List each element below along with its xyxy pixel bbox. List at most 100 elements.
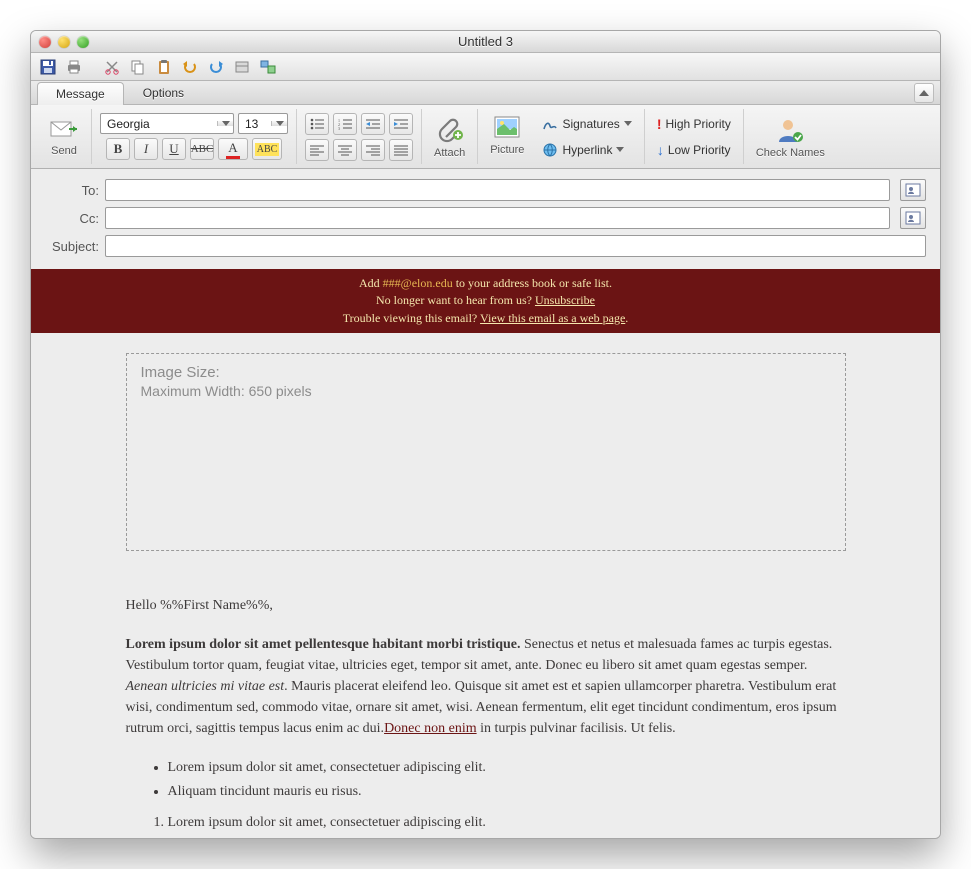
align-center-button[interactable]: [333, 139, 357, 161]
high-priority-button[interactable]: ! High Priority: [653, 114, 735, 134]
numbered-list: Lorem ipsum dolor sit amet, consectetuer…: [126, 812, 846, 833]
strikethrough-button[interactable]: ABC: [190, 138, 214, 160]
cut-button[interactable]: [101, 56, 123, 78]
to-input[interactable]: [105, 179, 890, 201]
underline-button[interactable]: U: [162, 138, 186, 160]
compose-window: Untitled 3 Message: [30, 30, 941, 839]
alignleft-icon: [310, 144, 324, 156]
banner-line1-post: to your address book or safe list.: [453, 276, 612, 290]
image-placeholder[interactable]: Image Size: Maximum Width: 650 pixels: [126, 353, 846, 551]
align-right-button[interactable]: [361, 139, 385, 161]
message-body[interactable]: Add ###@elon.edu to your address book or…: [31, 269, 940, 838]
redo-button[interactable]: [205, 56, 227, 78]
chevron-up-icon: [919, 90, 929, 96]
chevron-down-icon: [222, 121, 230, 126]
to-address-book-button[interactable]: [900, 179, 926, 201]
ribbon-collapse-button[interactable]: [914, 83, 934, 103]
traffic-lights: [39, 36, 89, 48]
numbering-icon: 123: [338, 118, 352, 130]
email-content: Image Size: Maximum Width: 650 pixels He…: [126, 353, 846, 833]
italic-button[interactable]: I: [134, 138, 158, 160]
close-button[interactable]: [39, 36, 51, 48]
bold-button[interactable]: B: [106, 138, 130, 160]
tab-message[interactable]: Message: [37, 82, 124, 105]
decrease-indent-button[interactable]: [361, 113, 385, 135]
header-fields: To: Cc: Subject:: [31, 169, 940, 269]
minimize-button[interactable]: [58, 36, 70, 48]
copy-button[interactable]: [127, 56, 149, 78]
priority-group: ! High Priority ↓ Low Priority: [645, 109, 744, 164]
media-browser-button[interactable]: [257, 56, 279, 78]
list-item: Lorem ipsum dolor sit amet, consectetuer…: [168, 812, 846, 833]
check-names-label: Check Names: [756, 147, 825, 159]
toolbox-button[interactable]: [231, 56, 253, 78]
image-placeholder-heading: Image Size:: [141, 364, 831, 381]
chevron-down-icon: [276, 121, 284, 126]
tab-options[interactable]: Options: [124, 81, 203, 104]
increase-indent-button[interactable]: [389, 113, 413, 135]
person-check-icon: [775, 115, 805, 145]
undo-button[interactable]: [179, 56, 201, 78]
high-priority-icon: !: [657, 116, 662, 132]
font-name-value: Georgia: [101, 117, 217, 131]
align-left-button[interactable]: [305, 139, 329, 161]
print-button[interactable]: [63, 56, 85, 78]
p-link[interactable]: Donec non enim: [384, 721, 477, 736]
font-name-combo[interactable]: Georgia: [100, 113, 234, 134]
subject-input[interactable]: [105, 235, 926, 257]
indent-icon: [394, 118, 408, 130]
send-group: Send: [37, 109, 92, 164]
bullet-list: Lorem ipsum dolor sit amet, consectetuer…: [126, 757, 846, 802]
printer-icon: [65, 58, 83, 76]
low-priority-button[interactable]: ↓ Low Priority: [653, 140, 735, 160]
unsubscribe-link[interactable]: Unsubscribe: [535, 293, 595, 307]
banner-line3-post: .: [625, 311, 628, 325]
list-item: Aliquam tincidunt mauris eu risus.: [168, 781, 846, 802]
send-label: Send: [51, 145, 77, 157]
window-title: Untitled 3: [31, 34, 940, 49]
paste-button[interactable]: [153, 56, 175, 78]
p-seg3: in turpis pulvinar facilisis. Ut felis.: [477, 721, 676, 736]
bullets-button[interactable]: [305, 113, 329, 135]
signatures-label: Signatures: [562, 117, 619, 131]
low-priority-icon: ↓: [657, 142, 664, 158]
quick-access-toolbar: [31, 53, 940, 81]
address-book-icon: [905, 183, 921, 197]
attach-button[interactable]: Attach: [430, 115, 469, 159]
hyperlink-button[interactable]: Hyperlink: [538, 140, 635, 160]
align-justify-button[interactable]: [389, 139, 413, 161]
floppy-icon: [39, 58, 57, 76]
p-em: Aenean ultricies mi vitae est: [126, 679, 285, 694]
cc-input[interactable]: [105, 207, 890, 229]
font-color-button[interactable]: A: [218, 138, 248, 160]
copy-icon: [129, 58, 147, 76]
font-size-combo[interactable]: 13: [238, 113, 288, 134]
globe-icon: [542, 142, 558, 158]
send-button[interactable]: Send: [45, 117, 83, 157]
alignright-icon: [366, 144, 380, 156]
low-priority-label: Low Priority: [668, 143, 731, 157]
cc-label: Cc:: [45, 211, 99, 226]
ribbon: Send Georgia 13 B I U ABC A ABC: [31, 105, 940, 169]
scissors-icon: [103, 58, 121, 76]
banner-line3-pre: Trouble viewing this email?: [343, 311, 480, 325]
zoom-button[interactable]: [77, 36, 89, 48]
highlight-button[interactable]: ABC: [252, 138, 282, 160]
font-group: Georgia 13 B I U ABC A ABC: [92, 109, 297, 164]
check-names-button[interactable]: Check Names: [752, 115, 829, 159]
signatures-button[interactable]: Signatures: [538, 114, 635, 134]
cc-address-book-button[interactable]: [900, 207, 926, 229]
picture-button[interactable]: Picture: [486, 114, 528, 156]
email-text[interactable]: Hello %%First Name%%, Lorem ipsum dolor …: [126, 595, 846, 833]
media-icon: [259, 58, 277, 76]
address-book-icon: [905, 211, 921, 225]
numbering-button[interactable]: 123: [333, 113, 357, 135]
image-placeholder-sub: Maximum Width: 650 pixels: [141, 383, 831, 399]
clipboard-icon: [155, 58, 173, 76]
web-view-link[interactable]: View this email as a web page: [480, 311, 625, 325]
greeting: Hello %%First Name%%,: [126, 595, 846, 616]
banner-line2-pre: No longer want to hear from us?: [376, 293, 535, 307]
chevron-down-icon: [616, 147, 624, 152]
save-button[interactable]: [37, 56, 59, 78]
aligncenter-icon: [338, 144, 352, 156]
